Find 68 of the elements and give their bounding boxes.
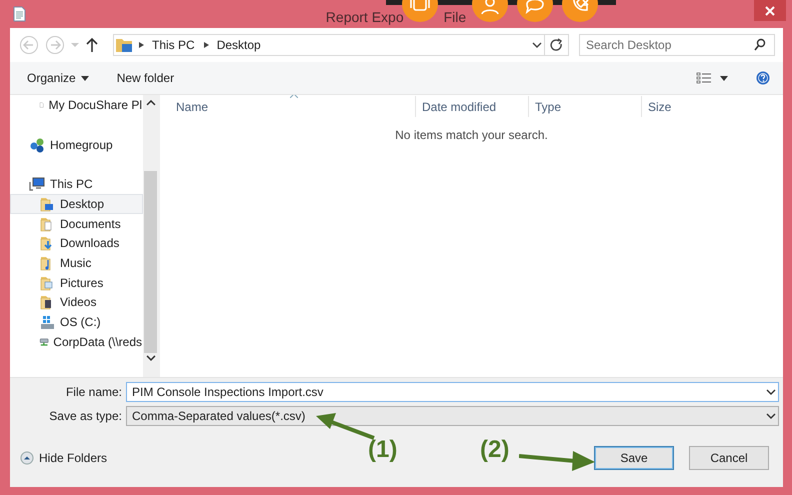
end-call-button[interactable] bbox=[562, 0, 598, 22]
cancel-button[interactable]: Cancel bbox=[689, 446, 769, 470]
column-header[interactable]: Name bbox=[160, 96, 415, 117]
column-header[interactable]: Date modified bbox=[415, 96, 528, 117]
search-field[interactable]: Search Desktop bbox=[579, 34, 775, 56]
new-folder-button[interactable]: New folder bbox=[116, 71, 174, 85]
computer-icon bbox=[29, 176, 46, 192]
organize-menu[interactable]: Organize bbox=[27, 71, 89, 85]
breadcrumb[interactable]: This PC bbox=[148, 38, 199, 52]
help-icon bbox=[756, 71, 770, 85]
nav-item[interactable]: Music bbox=[10, 253, 143, 273]
nav-item[interactable]: Homegroup bbox=[10, 134, 143, 154]
collapse-icon bbox=[20, 451, 34, 465]
nav-item[interactable]: Videos bbox=[10, 292, 143, 312]
column-header[interactable]: Type bbox=[528, 96, 641, 117]
dropdown-icon bbox=[530, 40, 544, 50]
field-label: Save as type: bbox=[48, 409, 122, 423]
address-bar[interactable]: This PC Desktop bbox=[113, 34, 569, 56]
help-button[interactable] bbox=[756, 71, 770, 85]
empty-message: No items match your search. bbox=[394, 128, 549, 142]
caret-icon bbox=[720, 76, 728, 80]
back-icon bbox=[19, 35, 39, 55]
file-name-field[interactable]: PIM Console Inspections Import.csv bbox=[126, 382, 779, 402]
dropdown-icon bbox=[764, 387, 778, 397]
hide-folders-button[interactable]: Hide Folders bbox=[20, 451, 108, 465]
caret-icon bbox=[71, 43, 79, 47]
nav-item[interactable]: OS (C:) bbox=[10, 312, 143, 332]
view-menu-button[interactable] bbox=[720, 76, 728, 80]
scroll-up-icon bbox=[146, 98, 156, 108]
nav-item[interactable]: This PC bbox=[10, 174, 143, 194]
nav-item[interactable]: CorpData (\\reds bbox=[10, 332, 143, 352]
drive-icon bbox=[39, 314, 56, 330]
file-type-dropdown[interactable]: Comma-Separated values(*.csv) bbox=[126, 406, 779, 426]
chat-button[interactable] bbox=[517, 0, 553, 22]
callout-label: (2) bbox=[480, 436, 510, 464]
chevron-icon bbox=[136, 40, 146, 50]
dropdown-icon bbox=[764, 411, 778, 421]
close-button[interactable] bbox=[754, 0, 786, 21]
folder-icon bbox=[39, 196, 56, 212]
nav-item[interactable]: Pictures bbox=[10, 272, 143, 292]
field-label: File name: bbox=[64, 385, 122, 399]
list-view-icon bbox=[696, 72, 712, 84]
caret-icon bbox=[80, 76, 89, 80]
scrollbar[interactable] bbox=[143, 95, 158, 377]
scroll-thumb[interactable] bbox=[144, 170, 157, 354]
person-button[interactable] bbox=[472, 0, 508, 22]
arrow bbox=[316, 413, 375, 440]
nav-item[interactable]: Documents bbox=[10, 214, 143, 234]
close-icon bbox=[765, 6, 775, 16]
window-title: Report Expo bbox=[326, 9, 404, 25]
up-button[interactable] bbox=[85, 35, 99, 55]
folder-icon bbox=[114, 36, 134, 54]
screen-share-button[interactable] bbox=[402, 0, 438, 22]
nav-item[interactable]: Downloads bbox=[10, 233, 143, 254]
callout-label: (1) bbox=[368, 436, 398, 464]
nav-item[interactable]: Desktop bbox=[10, 194, 143, 214]
column-header[interactable]: Size bbox=[641, 96, 689, 117]
homegroup-icon bbox=[29, 136, 46, 153]
breadcrumb[interactable]: Desktop bbox=[212, 38, 265, 52]
save-button[interactable]: Save bbox=[594, 446, 674, 470]
forward-icon bbox=[45, 35, 65, 55]
up-icon bbox=[85, 35, 99, 55]
document-icon bbox=[13, 6, 26, 22]
view-options-button[interactable] bbox=[696, 72, 712, 84]
nav-item[interactable]: My DocuShare Pl bbox=[10, 95, 143, 115]
scroll-down-icon bbox=[146, 353, 156, 364]
window-title: File bbox=[444, 9, 466, 25]
refresh-icon bbox=[550, 38, 564, 52]
